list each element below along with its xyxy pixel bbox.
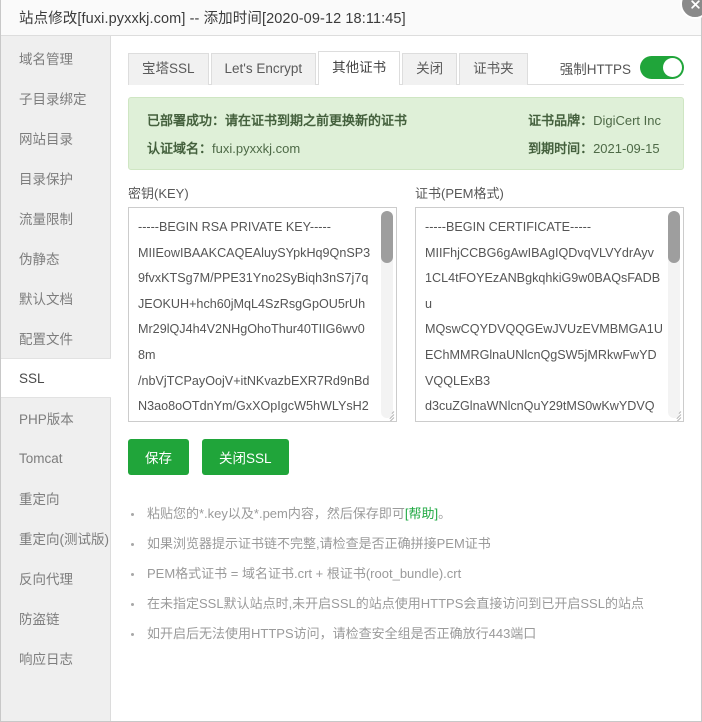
cert-domain-label: 认证域名： (147, 141, 213, 156)
key-textarea-scrollbar[interactable] (381, 211, 393, 418)
sidebar-item-label: 重定向 (19, 492, 60, 507)
note-item: PEM格式证书 = 域名证书.crt + 根证书(root_bundle).cr… (128, 559, 684, 589)
sidebar-item-subdir-bind[interactable]: 子目录绑定 (1, 78, 110, 118)
cert-expire-value: 2021-09-15 (593, 141, 660, 156)
cert-status-left: 已部署成功：请在证书到期之前更换新的证书 认证域名：fuxi.pyxxkj.co… (147, 110, 407, 157)
sidebar-item-php-version[interactable]: PHP版本 (1, 398, 110, 438)
site-edit-dialog: 站点修改[fuxi.pyxxkj.com] -- 添加时间[2020-09-12… (0, 0, 702, 722)
sidebar-item-anti-leech[interactable]: 防盗链 (1, 598, 110, 638)
sidebar-item-label: 响应日志 (19, 652, 73, 667)
sidebar-item-redirect[interactable]: 重定向 (1, 478, 110, 518)
tab-lets-encrypt[interactable]: Let's Encrypt (210, 53, 317, 85)
settings-sidebar: 域名管理 子目录绑定 网站目录 目录保护 流量限制 伪静态 默认文档 配置文件 … (1, 36, 111, 721)
sidebar-item-rewrite[interactable]: 伪静态 (1, 238, 110, 278)
note-text: 如果浏览器提示证书链不完整,请检查是否正确拼接PEM证书 (147, 536, 491, 551)
note-suffix: 。 (438, 506, 452, 521)
tab-label: 其他证书 (332, 60, 387, 75)
cert-brand-label: 证书品牌： (528, 113, 594, 128)
sidebar-item-dir-protect[interactable]: 目录保护 (1, 158, 110, 198)
tab-label: Let's Encrypt (224, 61, 303, 76)
dialog-body: 域名管理 子目录绑定 网站目录 目录保护 流量限制 伪静态 默认文档 配置文件 … (1, 36, 701, 721)
cert-status-panel: 已部署成功：请在证书到期之前更换新的证书 认证域名：fuxi.pyxxkj.co… (128, 97, 684, 170)
note-text: 如开启后无法使用HTTPS访问，请检查安全组是否正确放行443端口 (147, 626, 537, 641)
sidebar-item-label: SSL (19, 370, 45, 386)
key-field-label: 密钥(KEY) (128, 186, 189, 201)
key-textarea-value: -----BEGIN RSA PRIVATE KEY----- MIIEowIB… (138, 220, 371, 414)
cert-textarea-value: -----BEGIN CERTIFICATE----- MIIFhjCCBG6g… (425, 220, 663, 414)
ssl-help-notes: 粘贴您的*.key以及*.pem内容，然后保存即可[帮助]。 如果浏览器提示证书… (128, 499, 684, 649)
note-item: 在未指定SSL默认站点时,未开启SSL的站点使用HTTPS会直接访问到已开启SS… (128, 589, 684, 619)
ssl-actions: 保存 关闭SSL (128, 439, 684, 475)
cert-status-right: 证书品牌：DigiCert Inc 到期时间：2021-09-15 (528, 110, 665, 157)
tab-other-cert[interactable]: 其他证书 (318, 51, 401, 85)
ssl-tabs: 宝塔SSL Let's Encrypt 其他证书 关闭 证书夹 强制HTTPS (128, 50, 684, 85)
sidebar-item-label: 子目录绑定 (19, 92, 87, 107)
sidebar-item-config-file[interactable]: 配置文件 (1, 318, 110, 358)
sidebar-item-label: 域名管理 (19, 52, 73, 67)
tab-close[interactable]: 关闭 (402, 53, 458, 85)
help-link[interactable]: [帮助] (405, 506, 438, 521)
sidebar-item-label: 重定向(测试版) (19, 532, 109, 547)
sidebar-item-site-dir[interactable]: 网站目录 (1, 118, 110, 158)
sidebar-item-redirect-beta[interactable]: 重定向(测试版) (1, 518, 110, 558)
key-textarea[interactable]: -----BEGIN RSA PRIVATE KEY----- MIIEowIB… (128, 207, 397, 422)
sidebar-item-reverse-proxy[interactable]: 反向代理 (1, 558, 110, 598)
key-field-group: 密钥(KEY) -----BEGIN RSA PRIVATE KEY----- … (128, 183, 397, 422)
force-https-control: 强制HTTPS (560, 56, 684, 84)
key-textarea-resize-handle[interactable] (383, 408, 395, 421)
cert-brand-row: 证书品牌：DigiCert Inc (528, 110, 661, 129)
cert-field-group: 证书(PEM格式) -----BEGIN CERTIFICATE----- MI… (415, 183, 684, 422)
sidebar-item-label: 配置文件 (19, 332, 73, 347)
note-item: 如果浏览器提示证书链不完整,请检查是否正确拼接PEM证书 (128, 529, 684, 559)
cert-expire-label: 到期时间： (528, 141, 594, 156)
note-item: 如开启后无法使用HTTPS访问，请检查安全组是否正确放行443端口 (128, 619, 684, 649)
tab-label: 关闭 (416, 61, 444, 76)
sidebar-item-label: 网站目录 (19, 132, 73, 147)
cert-inputs-row: 密钥(KEY) -----BEGIN RSA PRIVATE KEY----- … (128, 183, 684, 422)
tab-label: 证书夹 (473, 61, 514, 76)
sidebar-item-label: 默认文档 (19, 292, 73, 307)
ssl-panel: 宝塔SSL Let's Encrypt 其他证书 关闭 证书夹 强制HTTPS … (111, 36, 701, 721)
sidebar-item-ssl[interactable]: SSL (1, 358, 111, 398)
cert-domain-row: 认证域名：fuxi.pyxxkj.com (147, 138, 407, 157)
tab-label: 宝塔SSL (142, 61, 195, 76)
note-text: 在未指定SSL默认站点时,未开启SSL的站点使用HTTPS会直接访问到已开启SS… (147, 596, 644, 611)
sidebar-item-label: 流量限制 (19, 212, 73, 227)
scrollbar-thumb[interactable] (668, 211, 680, 263)
sidebar-item-label: Tomcat (19, 450, 63, 466)
cert-brand-value: DigiCert Inc (593, 113, 661, 128)
tab-cert-folder[interactable]: 证书夹 (459, 53, 528, 85)
note-text: 粘贴您的*.key以及*.pem内容，然后保存即可 (147, 506, 405, 521)
deploy-status-value: 已部署成功：请在证书到期之前更换新的证书 (147, 113, 408, 128)
tab-bt-ssl[interactable]: 宝塔SSL (128, 53, 209, 85)
note-text: PEM格式证书 = 域名证书.crt + 根证书(root_bundle).cr… (147, 566, 462, 581)
cert-textarea[interactable]: -----BEGIN CERTIFICATE----- MIIFhjCCBG6g… (415, 207, 684, 422)
deploy-status-text: 已部署成功：请在证书到期之前更换新的证书 (147, 110, 407, 129)
sidebar-item-domain[interactable]: 域名管理 (1, 38, 110, 78)
dialog-title: 站点修改[fuxi.pyxxkj.com] -- 添加时间[2020-09-12… (19, 11, 406, 27)
toggle-knob (663, 58, 682, 77)
sidebar-item-tomcat[interactable]: Tomcat (1, 438, 110, 478)
force-https-toggle[interactable] (640, 56, 684, 79)
sidebar-item-label: 反向代理 (19, 572, 73, 587)
force-https-label: 强制HTTPS (559, 61, 631, 77)
sidebar-item-label: PHP版本 (19, 412, 74, 427)
cert-domain-value: fuxi.pyxxkj.com (212, 141, 301, 156)
close-icon[interactable] (680, 0, 702, 19)
sidebar-item-default-doc[interactable]: 默认文档 (1, 278, 110, 318)
close-ssl-button[interactable]: 关闭SSL (202, 439, 289, 475)
sidebar-item-label: 伪静态 (19, 252, 60, 267)
cert-expire-row: 到期时间：2021-09-15 (528, 138, 661, 157)
cert-textarea-resize-handle[interactable] (670, 408, 682, 421)
sidebar-item-label: 防盗链 (19, 612, 60, 627)
cert-field-label: 证书(PEM格式) (415, 186, 504, 201)
sidebar-item-response-log[interactable]: 响应日志 (1, 638, 110, 678)
cert-textarea-scrollbar[interactable] (668, 211, 680, 418)
dialog-titlebar: 站点修改[fuxi.pyxxkj.com] -- 添加时间[2020-09-12… (1, 0, 702, 36)
save-button[interactable]: 保存 (128, 439, 189, 475)
note-item: 粘贴您的*.key以及*.pem内容，然后保存即可[帮助]。 (128, 499, 684, 529)
sidebar-item-label: 目录保护 (19, 172, 73, 187)
sidebar-item-traffic-limit[interactable]: 流量限制 (1, 198, 110, 238)
scrollbar-thumb[interactable] (381, 211, 393, 263)
